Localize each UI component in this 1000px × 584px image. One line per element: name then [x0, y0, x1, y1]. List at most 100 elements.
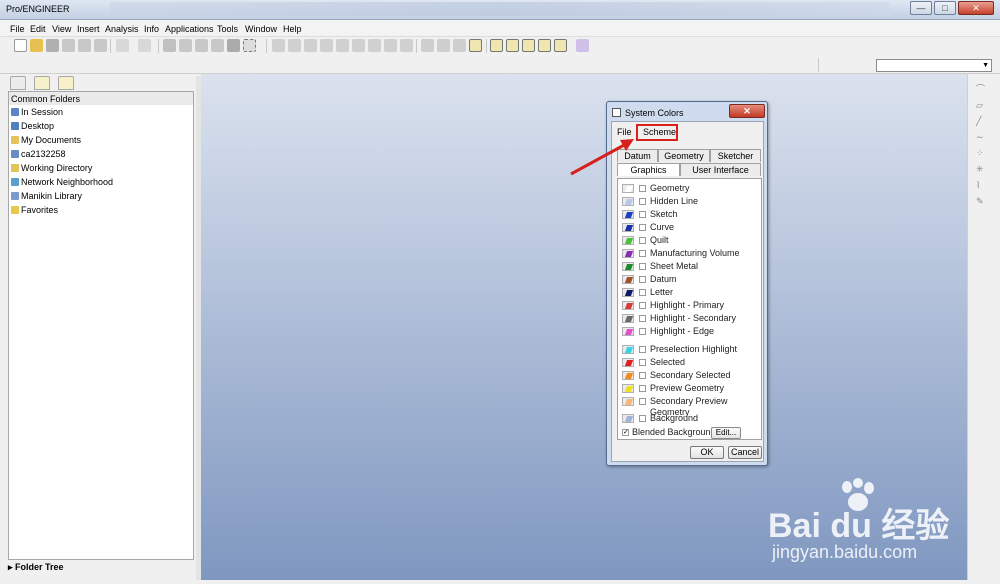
- color-row-letter[interactable]: Letter: [618, 286, 763, 299]
- checkbox[interactable]: [639, 237, 646, 244]
- color-row-secondary-preview-geometry[interactable]: Secondary Preview Geometry: [618, 395, 763, 417]
- color-row-preview-geometry[interactable]: Preview Geometry: [618, 382, 763, 395]
- color-swatch[interactable]: [622, 371, 634, 380]
- color-swatch[interactable]: [622, 384, 634, 393]
- color-swatch[interactable]: [622, 197, 634, 206]
- checkbox[interactable]: [639, 185, 646, 192]
- tab-user-interface[interactable]: User Interface: [680, 163, 761, 176]
- color-swatch[interactable]: [622, 210, 634, 219]
- color-swatch[interactable]: [622, 414, 634, 423]
- menu-edit[interactable]: Edit: [30, 24, 46, 34]
- color-row-curve[interactable]: Curve: [618, 221, 763, 234]
- folder-my-documents[interactable]: My Documents: [9, 133, 193, 147]
- ok-button[interactable]: OK: [690, 446, 724, 459]
- color-swatch[interactable]: [622, 327, 634, 336]
- analysis-icon[interactable]: ⌇: [976, 180, 988, 190]
- redo-icon[interactable]: [138, 39, 151, 52]
- menu-view[interactable]: View: [52, 24, 71, 34]
- find-icon[interactable]: [227, 39, 240, 52]
- checkbox[interactable]: [639, 302, 646, 309]
- save-icon[interactable]: [46, 39, 59, 52]
- context-help-icon[interactable]: [576, 39, 589, 52]
- dialog-close-button[interactable]: ✕: [729, 104, 765, 118]
- color-swatch[interactable]: [622, 184, 634, 193]
- color-row-selected[interactable]: Selected: [618, 356, 763, 369]
- checkbox[interactable]: [639, 328, 646, 335]
- coordinate-systems-icon[interactable]: [538, 39, 551, 52]
- email-attachment-icon[interactable]: [94, 39, 107, 52]
- minimize-button[interactable]: —: [910, 1, 932, 15]
- cut-icon[interactable]: [163, 39, 176, 52]
- reorient-icon[interactable]: [368, 39, 381, 52]
- checkbox[interactable]: [639, 415, 646, 422]
- edit-button[interactable]: Edit...: [711, 427, 741, 439]
- color-swatch[interactable]: [622, 358, 634, 367]
- regenerate-icon[interactable]: [272, 39, 285, 52]
- sketch-tool-icon[interactable]: ⌒: [976, 84, 988, 94]
- color-row-highlight-primary[interactable]: Highlight - Primary: [618, 299, 763, 312]
- menu-info[interactable]: Info: [144, 24, 159, 34]
- color-row-preselection-highlight[interactable]: Preselection Highlight: [618, 343, 763, 356]
- new-file-icon[interactable]: [14, 39, 27, 52]
- menu-window[interactable]: Window: [245, 24, 277, 34]
- saved-views-icon[interactable]: [384, 39, 397, 52]
- datum-axes-icon[interactable]: [506, 39, 519, 52]
- folder-working-directory[interactable]: Working Directory: [9, 161, 193, 175]
- regen-manager-icon[interactable]: [288, 39, 301, 52]
- paste-special-icon[interactable]: [211, 39, 224, 52]
- color-row-manufacturing-volume[interactable]: Manufacturing Volume: [618, 247, 763, 260]
- checkbox[interactable]: [639, 359, 646, 366]
- paste-icon[interactable]: [195, 39, 208, 52]
- layers-icon[interactable]: [400, 39, 413, 52]
- checkbox[interactable]: [639, 250, 646, 257]
- checkbox[interactable]: [639, 398, 646, 405]
- color-swatch[interactable]: [622, 236, 634, 245]
- menu-analysis[interactable]: Analysis: [105, 24, 139, 34]
- color-row-hidden-line[interactable]: Hidden Line: [618, 195, 763, 208]
- send-mail-icon[interactable]: [78, 39, 91, 52]
- view-manager-icon[interactable]: [304, 39, 317, 52]
- color-swatch[interactable]: [622, 288, 634, 297]
- axis-icon[interactable]: ╱: [976, 116, 988, 126]
- color-swatch[interactable]: [622, 249, 634, 258]
- tab-sketcher[interactable]: Sketcher: [710, 149, 761, 162]
- checkbox[interactable]: [639, 224, 646, 231]
- folder-in-session[interactable]: In Session: [9, 105, 193, 119]
- model-tree-tab[interactable]: [10, 76, 26, 90]
- color-swatch[interactable]: [622, 345, 634, 354]
- curve-icon[interactable]: ∼: [976, 132, 988, 142]
- color-swatch[interactable]: [622, 301, 634, 310]
- color-row-highlight-edge[interactable]: Highlight - Edge: [618, 325, 763, 338]
- filter-dropdown[interactable]: ▼: [876, 59, 992, 72]
- folder-tree-toggle[interactable]: ▸ Folder Tree: [8, 562, 194, 576]
- checkbox[interactable]: [639, 263, 646, 270]
- color-swatch[interactable]: [622, 262, 634, 271]
- menu-tools[interactable]: Tools: [217, 24, 238, 34]
- zoom-in-icon[interactable]: [320, 39, 333, 52]
- maximize-button[interactable]: □: [934, 1, 956, 15]
- folder-network-neighborhood[interactable]: Network Neighborhood: [9, 175, 193, 189]
- menu-applications[interactable]: Applications: [165, 24, 214, 34]
- hidden-line-icon[interactable]: [437, 39, 450, 52]
- checkbox[interactable]: [639, 289, 646, 296]
- tab-geometry[interactable]: Geometry: [658, 149, 710, 162]
- sketch-plane-icon[interactable]: ✎: [976, 196, 988, 206]
- folder-favorites[interactable]: Favorites: [9, 203, 193, 217]
- datum-planes-icon[interactable]: [490, 39, 503, 52]
- color-row-sheet-metal[interactable]: Sheet Metal: [618, 260, 763, 273]
- checkbox[interactable]: [639, 372, 646, 379]
- color-swatch[interactable]: [622, 223, 634, 232]
- annotations-icon[interactable]: [554, 39, 567, 52]
- color-row-geometry[interactable]: Geometry: [618, 182, 763, 195]
- color-row-sketch[interactable]: Sketch: [618, 208, 763, 221]
- folder-browser-tab[interactable]: [34, 76, 50, 90]
- color-swatch[interactable]: [622, 314, 634, 323]
- color-swatch[interactable]: [622, 397, 634, 406]
- color-swatch[interactable]: [622, 275, 634, 284]
- point-icon[interactable]: ⁘: [976, 148, 988, 158]
- checkbox[interactable]: [639, 198, 646, 205]
- datum-points-icon[interactable]: [522, 39, 535, 52]
- checkbox[interactable]: [639, 346, 646, 353]
- checkbox[interactable]: [639, 315, 646, 322]
- shading-icon[interactable]: [469, 39, 482, 52]
